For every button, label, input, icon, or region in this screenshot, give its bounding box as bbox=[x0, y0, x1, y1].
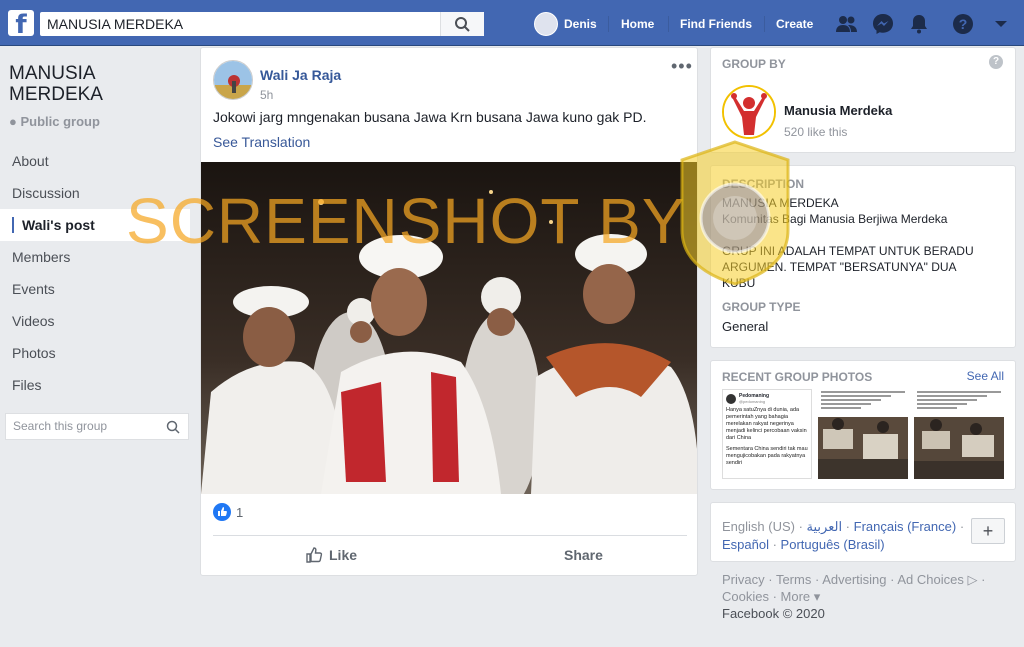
more-options-icon[interactable]: ••• bbox=[671, 56, 693, 77]
share-button[interactable]: Share bbox=[564, 543, 603, 567]
privacy-link[interactable]: Privacy bbox=[722, 572, 765, 587]
group-by-heading: GROUP BY bbox=[722, 57, 786, 71]
group-privacy: ● Public group bbox=[9, 114, 100, 129]
facebook-logo-icon[interactable]: f bbox=[8, 10, 34, 36]
post-text: Jokowi jarg mngenakan busana Jawa Krn bu… bbox=[213, 109, 647, 125]
reaction-summary[interactable]: 1 bbox=[213, 503, 243, 521]
group-type-heading: GROUP TYPE bbox=[722, 300, 801, 314]
recent-photo-thumbnail[interactable]: Pedomaning @pedomaning Hanya satuZnya di… bbox=[722, 389, 812, 479]
divider bbox=[608, 16, 609, 32]
thumb-text: Hanya satuZnya di dunia, ada pemerintah … bbox=[726, 407, 807, 441]
page-name[interactable]: Manusia Merdeka bbox=[784, 103, 892, 118]
create-link[interactable]: Create bbox=[776, 12, 813, 36]
group-navigation: About Discussion Wali's post Members Eve… bbox=[0, 145, 190, 401]
nav-item-label: Wali's post bbox=[22, 217, 95, 233]
chevron-down-icon[interactable] bbox=[988, 11, 1014, 37]
terms-link[interactable]: Terms bbox=[776, 572, 811, 587]
copyright: Facebook © 2020 bbox=[722, 606, 825, 621]
like-reaction-icon bbox=[213, 503, 231, 521]
more-link[interactable]: More bbox=[781, 589, 811, 604]
advertising-link[interactable]: Advertising bbox=[822, 572, 886, 587]
globe-icon: ● bbox=[9, 114, 17, 129]
nav-item-videos[interactable]: Videos bbox=[0, 305, 190, 337]
see-translation-link[interactable]: See Translation bbox=[213, 134, 310, 150]
profile-name: Denis bbox=[564, 17, 597, 31]
ad-choices-link[interactable]: Ad Choices bbox=[897, 572, 963, 587]
help-icon[interactable]: ? bbox=[950, 11, 976, 37]
find-friends-link[interactable]: Find Friends bbox=[680, 12, 752, 36]
share-label: Share bbox=[564, 547, 603, 563]
footer-links-row-2: Cookies · More ▾ bbox=[722, 589, 821, 604]
recent-photos-card: RECENT GROUP PHOTOS See All Pedomaning @… bbox=[710, 360, 1016, 490]
see-all-link[interactable]: See All bbox=[967, 369, 1004, 383]
privacy-label: Public group bbox=[20, 114, 100, 129]
language-french[interactable]: Français (France) bbox=[854, 519, 957, 534]
group-type-value: General bbox=[722, 319, 769, 334]
avatar bbox=[534, 12, 558, 36]
recent-photo-thumbnail[interactable] bbox=[818, 389, 908, 479]
top-navigation-bar: f MANUSIA MERDEKA Denis Home Find Friend… bbox=[0, 0, 1024, 46]
divider bbox=[213, 535, 687, 536]
search-button[interactable] bbox=[440, 12, 484, 36]
watermark-text: SCREENSHOT BY bbox=[126, 185, 686, 257]
nav-item-photos[interactable]: Photos bbox=[0, 337, 190, 369]
post-author-name[interactable]: Wali Ja Raja bbox=[260, 67, 341, 83]
group-title[interactable]: MANUSIA MERDEKA bbox=[9, 63, 189, 105]
language-spanish[interactable]: Español bbox=[722, 537, 769, 552]
search-icon bbox=[166, 420, 180, 434]
search-input[interactable]: MANUSIA MERDEKA bbox=[40, 12, 484, 36]
messenger-icon[interactable] bbox=[870, 11, 896, 37]
nav-item-files[interactable]: Files bbox=[0, 369, 190, 401]
thumbs-up-icon bbox=[306, 547, 323, 563]
nav-item-events[interactable]: Events bbox=[0, 273, 190, 305]
ad-choices-icon: ▷ bbox=[967, 572, 978, 587]
add-language-button[interactable]: + bbox=[971, 518, 1005, 544]
svg-text:?: ? bbox=[959, 16, 968, 32]
help-icon[interactable]: ? bbox=[989, 55, 1003, 69]
nav-item-about[interactable]: About bbox=[0, 145, 190, 177]
friends-icon[interactable] bbox=[834, 11, 860, 37]
search-icon bbox=[455, 17, 470, 32]
profile-link[interactable]: Denis bbox=[534, 12, 597, 36]
language-portuguese[interactable]: Português (Brasil) bbox=[781, 537, 885, 552]
cookies-link[interactable]: Cookies bbox=[722, 589, 769, 604]
like-count: 1 bbox=[236, 504, 244, 520]
notifications-bell-icon[interactable] bbox=[906, 11, 932, 37]
divider bbox=[764, 16, 765, 32]
recent-photo-thumbnail[interactable] bbox=[914, 389, 1004, 479]
language-arabic[interactable]: العربية bbox=[807, 519, 843, 534]
like-label: Like bbox=[329, 547, 358, 563]
anti-hoax-stamp-logo bbox=[680, 140, 790, 286]
like-button[interactable]: Like bbox=[305, 543, 357, 567]
page-likes: 520 like this bbox=[784, 125, 848, 139]
thumb-text: Sementara China sendiri tak mau mengujic… bbox=[726, 446, 808, 466]
thumb-handle: @pedomaning bbox=[739, 399, 766, 404]
home-link[interactable]: Home bbox=[621, 12, 654, 36]
post-card: Wali Ja Raja 5h ••• Jokowi jarg mngenaka… bbox=[200, 47, 698, 576]
thumb-header: Pedomaning @pedomaning bbox=[723, 390, 811, 405]
recent-photos-heading: RECENT GROUP PHOTOS bbox=[722, 370, 873, 384]
divider bbox=[668, 16, 669, 32]
author-avatar[interactable] bbox=[213, 60, 253, 100]
language-english: English (US) bbox=[722, 519, 795, 534]
group-search-placeholder: Search this group bbox=[13, 419, 108, 433]
group-logo[interactable] bbox=[722, 85, 776, 139]
group-search-input[interactable]: Search this group bbox=[5, 413, 189, 440]
caret-down-icon: ▾ bbox=[813, 589, 821, 604]
language-list: English (US) · العربية · Français (Franc… bbox=[722, 519, 965, 552]
post-timestamp[interactable]: 5h bbox=[260, 88, 273, 102]
footer-links-row-1: Privacy · Terms · Advertising · Ad Choic… bbox=[722, 572, 986, 587]
